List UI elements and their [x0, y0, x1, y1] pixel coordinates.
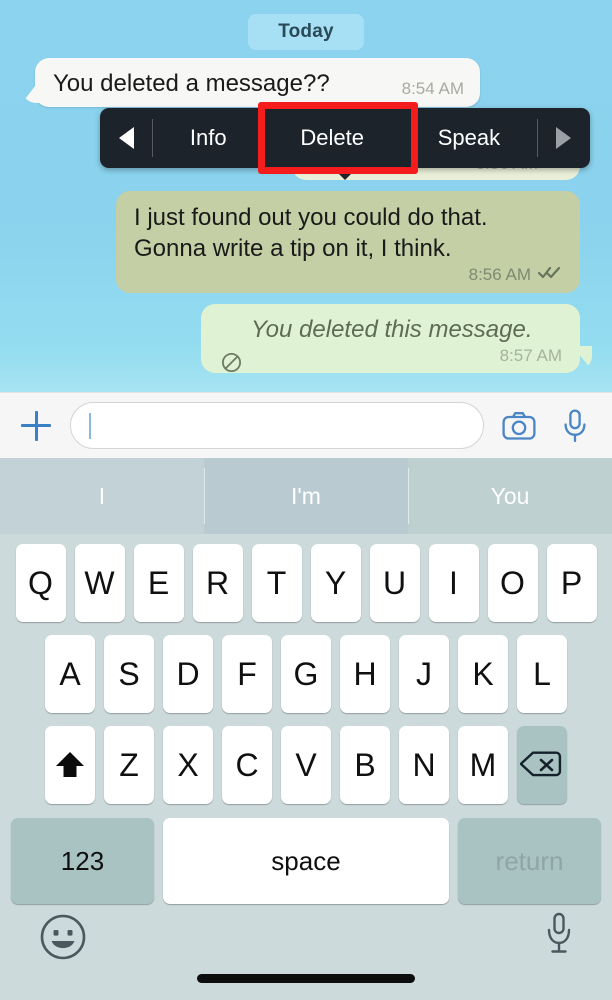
message-text-input[interactable]: [91, 414, 465, 437]
message-timestamp: 8:57 AM: [499, 346, 562, 365]
key-r[interactable]: R: [192, 544, 243, 622]
dictation-microphone-icon[interactable]: [544, 912, 574, 961]
shift-arrow-icon[interactable]: [45, 726, 95, 804]
microphone-icon[interactable]: [554, 405, 596, 447]
key-z[interactable]: Z: [104, 726, 154, 804]
context-menu-item-delete[interactable]: Delete: [263, 108, 400, 168]
key-w[interactable]: W: [74, 544, 125, 622]
key-b[interactable]: B: [340, 726, 390, 804]
message-bubble-outgoing-selected[interactable]: I just found out you could do that. Gonn…: [116, 191, 580, 293]
day-divider: Today: [0, 14, 612, 50]
key-d[interactable]: D: [163, 635, 213, 713]
key-l[interactable]: L: [517, 635, 567, 713]
key-s[interactable]: S: [104, 635, 154, 713]
keyboard-bottom-bar: [0, 900, 612, 1000]
message-context-menu[interactable]: Info Delete Speak: [100, 102, 590, 180]
suggestion-item-2[interactable]: You: [408, 458, 612, 534]
context-menu-item-speak[interactable]: Speak: [401, 108, 537, 168]
keyboard-row-3: Z X C V B N M: [0, 713, 612, 804]
key-o[interactable]: O: [487, 544, 538, 622]
key-u[interactable]: U: [369, 544, 420, 622]
keyboard-row-1: Q W E R T Y U I O P: [0, 534, 612, 622]
chat-message-area: Today You deleted a message?? 8:54 AM 8:…: [0, 0, 612, 392]
key-n[interactable]: N: [399, 726, 449, 804]
key-a[interactable]: A: [45, 635, 95, 713]
key-m[interactable]: M: [458, 726, 508, 804]
camera-icon[interactable]: [498, 405, 540, 447]
context-menu-next-button[interactable]: [538, 108, 590, 168]
space-key[interactable]: space: [163, 818, 449, 904]
prohibition-icon: [221, 319, 242, 373]
key-i[interactable]: I: [428, 544, 479, 622]
context-menu-pointer: [332, 167, 358, 180]
message-input-field[interactable]: [70, 402, 484, 449]
key-v[interactable]: V: [281, 726, 331, 804]
message-text: You deleted this message.: [251, 316, 533, 343]
key-t[interactable]: T: [251, 544, 302, 622]
keyboard-row-4: 123 space return: [0, 804, 612, 904]
message-timestamp: 8:54 AM: [401, 79, 464, 98]
message-input-bar: [0, 392, 612, 458]
deleted-message-row: You deleted this message.: [221, 314, 562, 373]
home-indicator: [197, 974, 415, 983]
suggestion-item-1[interactable]: I'm: [204, 458, 408, 534]
on-screen-keyboard: Q W E R T Y U I O P A S D F G H J K L Z …: [0, 534, 612, 1000]
message-bubble-incoming[interactable]: You deleted a message?? 8:54 AM: [22, 58, 480, 107]
key-y[interactable]: Y: [310, 544, 361, 622]
key-k[interactable]: K: [458, 635, 508, 713]
key-h[interactable]: H: [340, 635, 390, 713]
backspace-icon[interactable]: [517, 726, 567, 804]
context-menu-prev-button[interactable]: [100, 108, 152, 168]
key-j[interactable]: J: [399, 635, 449, 713]
key-f[interactable]: F: [222, 635, 272, 713]
read-receipt-icon: [537, 265, 562, 285]
plus-icon[interactable]: [16, 406, 56, 446]
message-text: I just found out you could do that. Gonn…: [134, 204, 488, 262]
key-g[interactable]: G: [281, 635, 331, 713]
day-divider-label: Today: [248, 14, 364, 50]
keyboard-row-2: A S D F G H J K L: [0, 622, 612, 713]
message-meta: 8:56 AM: [134, 265, 562, 285]
message-timestamp: 8:56 AM: [468, 265, 531, 284]
bubble-tail-left: [22, 77, 42, 103]
key-c[interactable]: C: [222, 726, 272, 804]
return-key[interactable]: return: [458, 818, 601, 904]
numbers-key[interactable]: 123: [11, 818, 154, 904]
emoji-smiley-icon[interactable]: [38, 912, 88, 967]
predictive-text-bar: I I'm You: [0, 458, 612, 534]
arrow-left-icon: [118, 127, 134, 149]
key-x[interactable]: X: [163, 726, 213, 804]
context-menu-item-info[interactable]: Info: [153, 108, 263, 168]
bubble-tail-right: [572, 346, 592, 370]
key-e[interactable]: E: [133, 544, 184, 622]
key-q[interactable]: Q: [15, 544, 66, 622]
message-bubble-deleted[interactable]: You deleted this message. 8:57 AM: [201, 304, 592, 373]
message-text: You deleted a message??: [53, 70, 330, 97]
suggestion-item-0[interactable]: I: [0, 458, 204, 534]
key-p[interactable]: P: [546, 544, 597, 622]
arrow-right-icon: [556, 127, 572, 149]
